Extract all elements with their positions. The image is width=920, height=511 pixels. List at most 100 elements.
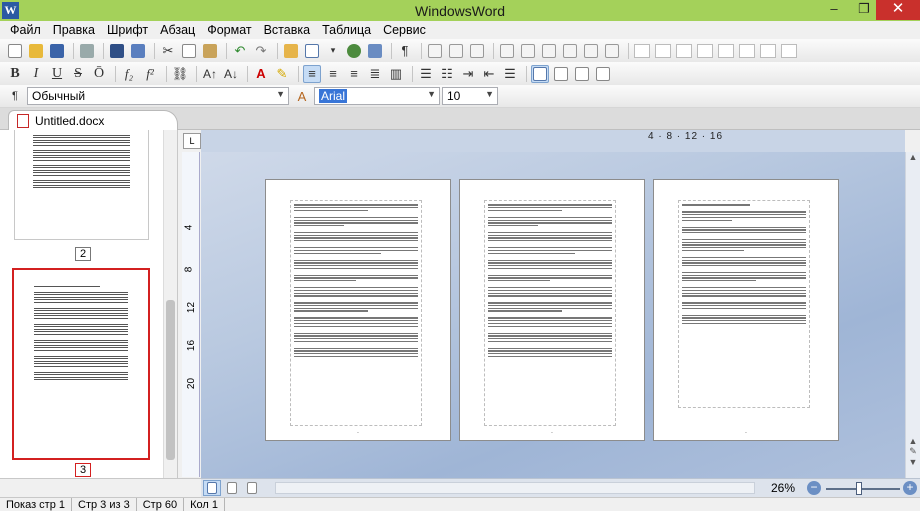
increase-indent-icon[interactable]: ⇥	[459, 65, 477, 83]
page-thumbnail-3[interactable]	[12, 268, 150, 460]
cell-border-icon[interactable]	[654, 42, 672, 60]
menu-edit[interactable]: Правка	[47, 21, 101, 39]
cell-border-icon[interactable]	[759, 42, 777, 60]
delete-column-icon[interactable]	[603, 42, 621, 60]
minimize-button[interactable]: ‒	[820, 0, 848, 20]
cell-border-icon[interactable]	[780, 42, 798, 60]
insert-row-icon[interactable]	[498, 42, 516, 60]
tab-stop-selector[interactable]: L	[183, 133, 201, 149]
close-button[interactable]: ✕	[876, 0, 920, 20]
redo-icon[interactable]: ↷	[252, 42, 270, 60]
menu-paragraph[interactable]: Абзац	[154, 21, 201, 39]
menu-tools[interactable]: Сервис	[377, 21, 432, 39]
thumbnail-scrollbar[interactable]	[163, 130, 177, 480]
style-select[interactable]: Обычный ▼	[27, 87, 289, 105]
save-icon[interactable]	[48, 42, 66, 60]
menu-insert[interactable]: Вставка	[258, 21, 316, 39]
vertical-ruler[interactable]: 4 8 12 16 20	[182, 152, 200, 477]
shrink-font-icon[interactable]: A↓	[222, 65, 240, 83]
header-icon[interactable]	[552, 65, 570, 83]
font-select[interactable]: Arial ▼	[314, 87, 440, 105]
print-layout-view-icon[interactable]	[203, 480, 221, 496]
numbered-list-icon[interactable]: ☷	[438, 65, 456, 83]
cut-icon[interactable]: ✂	[159, 42, 177, 60]
spellcheck-icon[interactable]	[129, 42, 147, 60]
font-color-icon[interactable]: A	[252, 65, 270, 83]
font-size-select[interactable]: 10 ▼	[442, 87, 498, 105]
menu-format[interactable]: Формат	[201, 21, 257, 39]
table-align-right-icon[interactable]	[468, 42, 486, 60]
cell-border-icon[interactable]	[675, 42, 693, 60]
columns-icon[interactable]: ▥	[387, 65, 405, 83]
document-canvas[interactable]: - - -	[201, 152, 905, 478]
align-right-icon[interactable]: ≡	[345, 65, 363, 83]
document-vertical-scrollbar[interactable]: ▲ ▲ ✎ ▼	[905, 152, 920, 478]
zoom-out-button[interactable]: −	[807, 481, 821, 495]
subscript-icon[interactable]: f₂	[120, 65, 138, 83]
zoom-slider-handle[interactable]	[856, 482, 862, 495]
merge-cells-icon[interactable]	[540, 42, 558, 60]
strikethrough-icon[interactable]: S	[69, 65, 87, 83]
undo-icon[interactable]: ↶	[231, 42, 249, 60]
menu-font[interactable]: Шрифт	[101, 21, 154, 39]
insert-link-icon[interactable]	[345, 42, 363, 60]
superscript-icon[interactable]: f²	[141, 65, 159, 83]
copy-icon[interactable]	[180, 42, 198, 60]
decrease-indent-icon[interactable]: ⇤	[480, 65, 498, 83]
page-text-area[interactable]	[678, 200, 810, 408]
new-document-icon[interactable]	[6, 42, 24, 60]
hyperlink-icon[interactable]: ⛓	[171, 65, 189, 83]
zoom-level[interactable]: 26%	[771, 481, 795, 495]
insert-table-icon[interactable]	[303, 42, 321, 60]
cell-border-icon[interactable]	[633, 42, 651, 60]
scroll-down-icon[interactable]: ▲ ✎ ▼	[906, 436, 920, 478]
line-spacing-icon[interactable]: ☰	[501, 65, 519, 83]
document-page[interactable]: -	[459, 179, 645, 441]
align-left-icon[interactable]: ≡	[303, 64, 321, 83]
menu-file[interactable]: Файл	[4, 21, 47, 39]
draft-view-icon[interactable]	[243, 480, 261, 496]
find-icon[interactable]	[108, 42, 126, 60]
horizontal-scrollbar[interactable]	[275, 482, 755, 494]
page-text-area[interactable]	[484, 200, 616, 426]
web-layout-view-icon[interactable]	[223, 480, 241, 496]
scroll-up-icon[interactable]: ▲	[906, 152, 920, 166]
bold-icon[interactable]: B	[6, 65, 24, 83]
table-align-center-icon[interactable]	[447, 42, 465, 60]
split-cells-icon[interactable]	[561, 42, 579, 60]
maximize-button[interactable]: ❐	[850, 0, 878, 20]
delete-row-icon[interactable]	[582, 42, 600, 60]
insert-image-icon[interactable]	[282, 42, 300, 60]
justify-icon[interactable]: ≣	[366, 65, 384, 83]
tab-untitled-docx[interactable]: Untitled.docx	[8, 110, 178, 131]
align-center-icon[interactable]: ≡	[324, 65, 342, 83]
italic-icon[interactable]: I	[27, 65, 45, 83]
cell-border-icon[interactable]	[696, 42, 714, 60]
horizontal-ruler[interactable]: 4 · 8 · 12 · 16	[648, 131, 838, 145]
cell-border-icon[interactable]	[738, 42, 756, 60]
underline-icon[interactable]: U	[48, 65, 66, 83]
table-dropdown-icon[interactable]: ▾	[324, 42, 342, 60]
print-icon[interactable]	[78, 42, 96, 60]
zoom-in-button[interactable]: +	[903, 481, 917, 495]
page-layout-icon[interactable]	[531, 64, 549, 83]
page-text-area[interactable]	[290, 200, 422, 426]
cell-border-icon[interactable]	[717, 42, 735, 60]
outline-text-icon[interactable]: Ō	[90, 65, 108, 83]
page-thumbnail-2[interactable]	[14, 130, 149, 240]
table-align-left-icon[interactable]	[426, 42, 444, 60]
highlight-icon[interactable]: ✎	[273, 65, 291, 83]
zoom-slider[interactable]	[826, 488, 900, 490]
paste-icon[interactable]	[201, 42, 219, 60]
grow-font-icon[interactable]: A↑	[201, 65, 219, 83]
open-folder-icon[interactable]	[27, 42, 45, 60]
insert-column-icon[interactable]	[519, 42, 537, 60]
menu-table[interactable]: Таблица	[316, 21, 377, 39]
pilcrow-icon[interactable]: ¶	[396, 42, 414, 60]
bullet-list-icon[interactable]: ☰	[417, 65, 435, 83]
document-page[interactable]: -	[653, 179, 839, 441]
document-page[interactable]: -	[265, 179, 451, 441]
footer-icon[interactable]	[573, 65, 591, 83]
insert-chart-icon[interactable]	[366, 42, 384, 60]
clear-format-icon[interactable]	[594, 65, 612, 83]
